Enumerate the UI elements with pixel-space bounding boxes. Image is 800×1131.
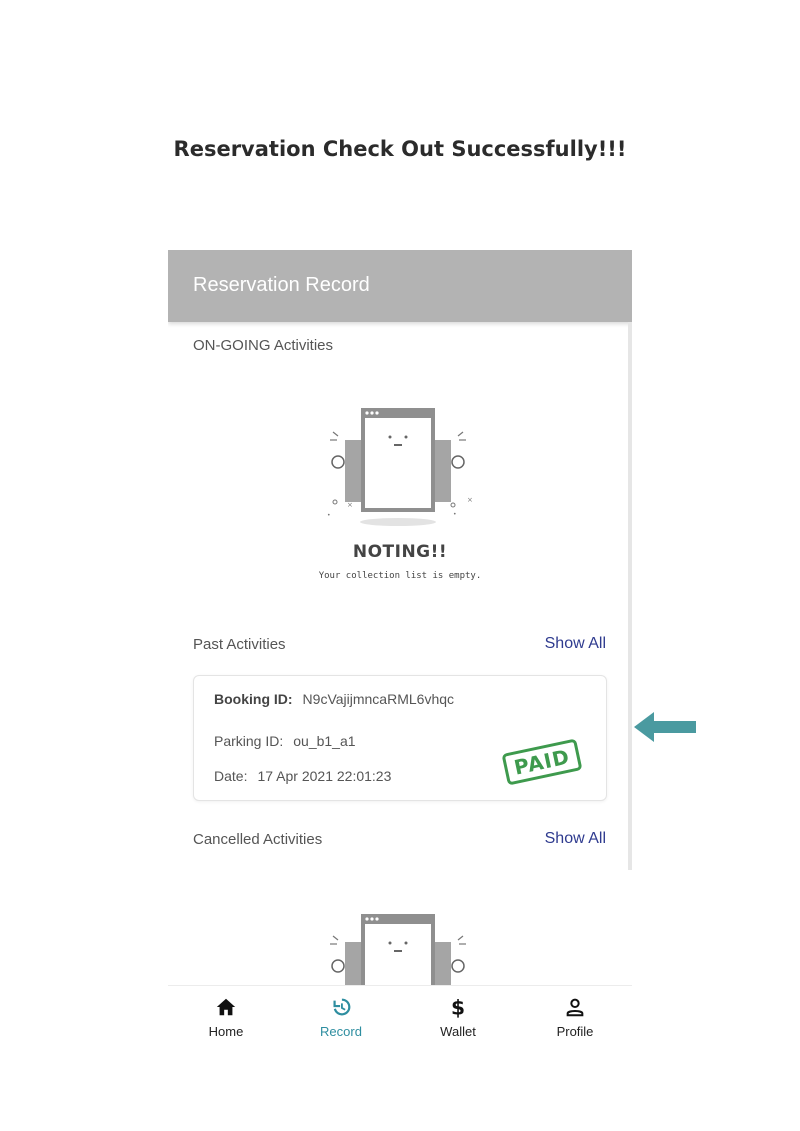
- booking-id-row: Booking ID: N9cVajijmncaRML6vhqc: [214, 691, 454, 707]
- past-show-all-link[interactable]: Show All: [545, 635, 606, 653]
- empty-state-title: NOTING!!: [352, 542, 448, 562]
- parking-id-row: Parking ID: ou_b1_a1: [214, 733, 356, 749]
- nav-home-label: Home: [208, 1024, 244, 1039]
- empty-list-illustration-partial: [330, 914, 466, 990]
- nav-record-label: Record: [320, 1024, 362, 1039]
- app-bar: Reservation Record: [168, 250, 632, 322]
- app-screen: Reservation Record ON-GOING Activities ×…: [168, 250, 632, 870]
- nav-wallet-label: Wallet: [440, 1024, 476, 1039]
- booking-id-label: Booking ID:: [214, 691, 293, 707]
- svg-text:•: •: [327, 512, 331, 519]
- parking-id-value: ou_b1_a1: [293, 733, 356, 749]
- cancelled-show-all-link[interactable]: Show All: [545, 830, 606, 848]
- home-icon: [216, 998, 236, 1016]
- bottom-navigation: Home Record $ Wallet Profile: [168, 985, 632, 1055]
- paid-stamp: PAID: [501, 738, 583, 786]
- date-label: Date:: [214, 768, 248, 784]
- ongoing-activities-label: ON-GOING Activities: [193, 337, 334, 354]
- date-value: 17 Apr 2021 22:01:23: [257, 768, 392, 784]
- nav-home[interactable]: Home: [176, 996, 276, 1039]
- dollar-icon: $: [451, 996, 465, 1018]
- nav-profile-label: Profile: [556, 1024, 594, 1039]
- svg-text:×: ×: [347, 501, 353, 509]
- svg-text:•: •: [453, 511, 457, 518]
- pointer-arrow-icon: [634, 712, 696, 742]
- date-row: Date: 17 Apr 2021 22:01:23: [214, 768, 391, 784]
- empty-state-subtitle: Your collection list is empty.: [318, 571, 482, 581]
- booking-id-value: N9cVajijmncaRML6vhqc: [302, 691, 455, 707]
- svg-text:$: $: [451, 996, 465, 1018]
- past-activities-label: Past Activities: [193, 636, 286, 653]
- empty-list-illustration: × × • •: [327, 408, 473, 526]
- parking-id-label: Parking ID:: [214, 733, 284, 749]
- nav-profile[interactable]: Profile: [525, 996, 625, 1039]
- nav-wallet[interactable]: $ Wallet: [408, 996, 508, 1039]
- nav-record[interactable]: Record: [291, 996, 391, 1039]
- svg-text:×: ×: [467, 496, 473, 504]
- cancelled-activities-label: Cancelled Activities: [193, 831, 323, 848]
- past-reservation-card[interactable]: Booking ID: N9cVajijmncaRML6vhqc Parking …: [193, 675, 607, 801]
- page-heading: Reservation Check Out Successfully!!!: [173, 137, 627, 161]
- person-icon: [566, 998, 584, 1017]
- app-bar-title: Reservation Record: [193, 274, 370, 296]
- history-icon: [333, 998, 351, 1016]
